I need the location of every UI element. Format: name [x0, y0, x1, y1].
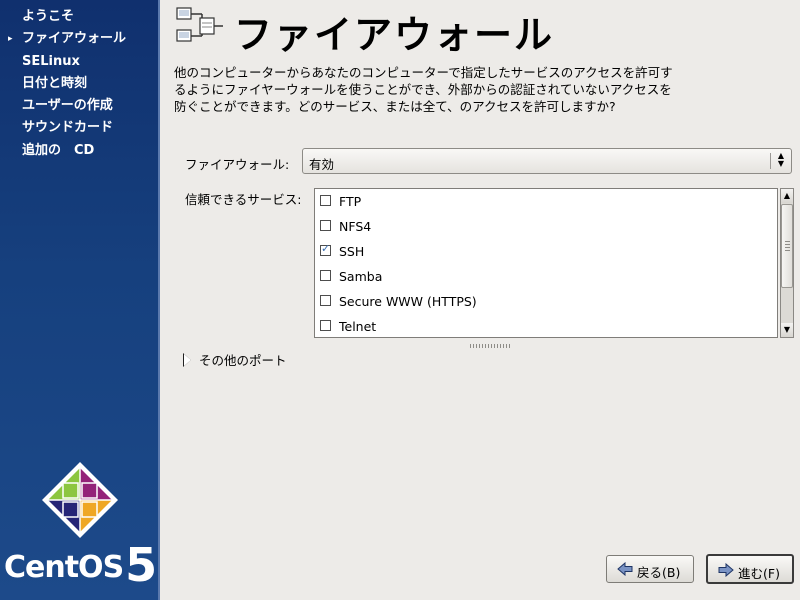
service-label: Telnet — [339, 319, 377, 334]
grip-icon — [785, 241, 790, 253]
services-scrollbar[interactable]: ▲ ▼ — [780, 188, 794, 338]
page-title: ファイアウォール — [234, 13, 555, 57]
main-panel: ファイアウォール 他のコンピューターからあなたのコンピューターで指定したサービス… — [160, 0, 800, 600]
pane-resize-handle[interactable] — [470, 344, 510, 348]
service-label: FTP — [339, 194, 362, 209]
service-label: NFS4 — [339, 219, 372, 234]
sidebar-item-label: サウンドカード — [22, 120, 114, 136]
service-row-nfs4[interactable]: NFS4 — [315, 214, 777, 239]
sidebar-item-label: ようこそ — [22, 9, 75, 24]
checkbox[interactable] — [320, 220, 331, 231]
sidebar-item-date-time[interactable]: 日付と時刻 — [0, 73, 158, 95]
next-button[interactable]: 進む(F) — [706, 554, 794, 584]
scroll-down-icon[interactable]: ▼ — [781, 323, 793, 337]
service-row-telnet[interactable]: Telnet — [315, 314, 777, 337]
trusted-services-label: 信頼できるサービス: — [185, 192, 302, 207]
firewall-select-value: 有効 — [309, 157, 335, 172]
checkbox[interactable]: ✓ — [320, 242, 331, 256]
sidebar-item-welcome[interactable]: ようこそ — [0, 6, 158, 28]
sidebar-item-label: 日付と時刻 — [22, 75, 88, 91]
other-ports-label: その他のポート — [199, 353, 287, 368]
arrow-left-icon — [617, 562, 633, 576]
trusted-services-list: FTP NFS4 ✓ SSH Samba Secure WWW (HTTPS) T… — [314, 188, 778, 338]
service-label: Secure WWW (HTTPS) — [339, 294, 477, 309]
next-button-label: 進む(F) — [738, 566, 780, 581]
checkbox[interactable] — [320, 270, 331, 281]
service-row-samba[interactable]: Samba — [315, 264, 777, 289]
scrollbar-thumb[interactable] — [781, 204, 793, 288]
sidebar-item-label: SELinux — [22, 53, 80, 69]
service-row-ssh[interactable]: ✓ SSH — [315, 239, 777, 264]
service-row-https[interactable]: Secure WWW (HTTPS) — [315, 289, 777, 314]
current-step-icon: ▸ — [8, 34, 13, 45]
centos-brand: CentOS5 — [4, 538, 157, 592]
sidebar-item-sound-card[interactable]: サウンドカード — [0, 117, 158, 139]
service-row-ftp[interactable]: FTP — [315, 189, 777, 214]
arrow-right-icon — [718, 563, 734, 577]
other-ports-expander[interactable]: その他のポート — [183, 350, 287, 369]
sidebar-item-create-user[interactable]: ユーザーの作成 — [0, 95, 158, 117]
checkbox[interactable] — [320, 295, 331, 306]
brand-word: CentOS — [4, 550, 124, 585]
service-label: SSH — [339, 244, 365, 259]
service-label: Samba — [339, 269, 383, 284]
sidebar-item-selinux[interactable]: SELinux — [0, 51, 158, 73]
checkbox[interactable] — [320, 320, 331, 331]
sidebar-nav: ようこそ ▸ ファイアウォール SELinux 日付と時刻 ユーザーの作成 サウン… — [0, 6, 158, 162]
expander-triangle-icon — [183, 353, 191, 367]
check-icon: ✓ — [321, 242, 331, 255]
scroll-up-icon[interactable]: ▲ — [781, 189, 793, 203]
centos-logo-icon — [42, 462, 118, 538]
back-button-label: 戻る(B) — [637, 565, 681, 580]
sidebar-item-label: ユーザーの作成 — [22, 98, 113, 114]
firewall-network-icon — [176, 7, 223, 42]
page-description: 他のコンピューターからあなたのコンピューターで指定したサービスのアクセスを許可す… — [174, 65, 673, 114]
sidebar-item-firewall[interactable]: ▸ ファイアウォール — [0, 28, 158, 50]
firewall-label: ファイアウォール: — [185, 157, 290, 172]
brand-version: 5 — [125, 538, 158, 592]
back-button[interactable]: 戻る(B) — [606, 555, 694, 583]
sidebar-item-label: ファイアウォール — [22, 31, 127, 47]
sidebar-item-additional-cd[interactable]: 追加の CD — [0, 140, 158, 162]
checkbox[interactable] — [320, 195, 331, 206]
firewall-select[interactable]: 有効 ▲ ▼ — [302, 148, 792, 174]
sidebar: ようこそ ▸ ファイアウォール SELinux 日付と時刻 ユーザーの作成 サウン… — [0, 0, 160, 600]
select-separator — [770, 153, 771, 169]
updown-arrows-icon: ▲ ▼ — [777, 151, 785, 168]
sidebar-item-label: 追加の CD — [22, 142, 95, 158]
